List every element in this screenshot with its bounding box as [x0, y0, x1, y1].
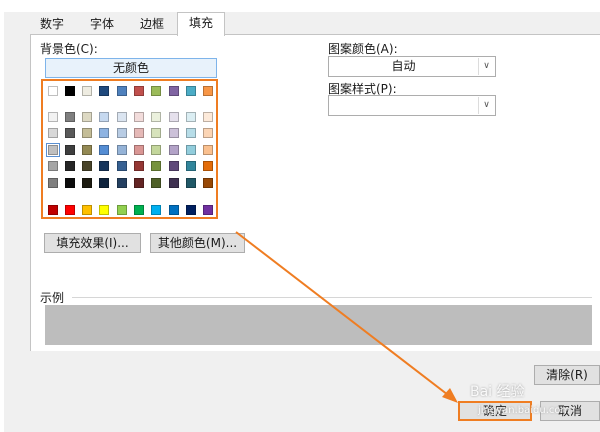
arrow-line — [235, 231, 453, 399]
annotation-arrow — [235, 231, 458, 403]
tab-fill[interactable]: 填充 — [177, 12, 225, 36]
format-cells-dialog: 数字 字体 边框 填充 背景色(C): 无颜色 填充效果(I)... 其他颜色(… — [0, 0, 600, 432]
arrow-head — [442, 388, 458, 403]
